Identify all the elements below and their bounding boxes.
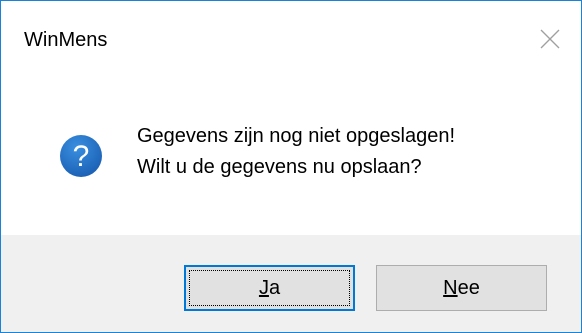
button-bar: Ja Nee	[1, 235, 581, 332]
message-dialog: WinMens ? Gegevens zijn nog niet opgesla…	[0, 0, 582, 333]
title-bar[interactable]: WinMens	[1, 1, 581, 79]
svg-text:?: ?	[73, 140, 90, 173]
no-button-mnemonic: N	[443, 277, 458, 299]
no-button[interactable]: Nee	[376, 265, 547, 311]
window-title: WinMens	[24, 29, 108, 51]
yes-button[interactable]: Ja	[184, 265, 355, 311]
no-button-label-rest: ee	[457, 277, 480, 299]
message-text: Gegevens zijn nog niet opgeslagen! Wilt …	[137, 121, 455, 183]
close-button[interactable]	[527, 19, 573, 59]
dialog-content: ? Gegevens zijn nog niet opgeslagen! Wil…	[1, 79, 581, 235]
yes-button-label-rest: a	[268, 277, 281, 299]
message-line-2: Wilt u de gegevens nu opslaan?	[137, 156, 422, 178]
question-icon: ?	[60, 135, 102, 177]
message-line-1: Gegevens zijn nog niet opgeslagen!	[137, 125, 456, 147]
yes-button-mnemonic: J	[258, 277, 269, 299]
close-icon	[540, 29, 560, 49]
